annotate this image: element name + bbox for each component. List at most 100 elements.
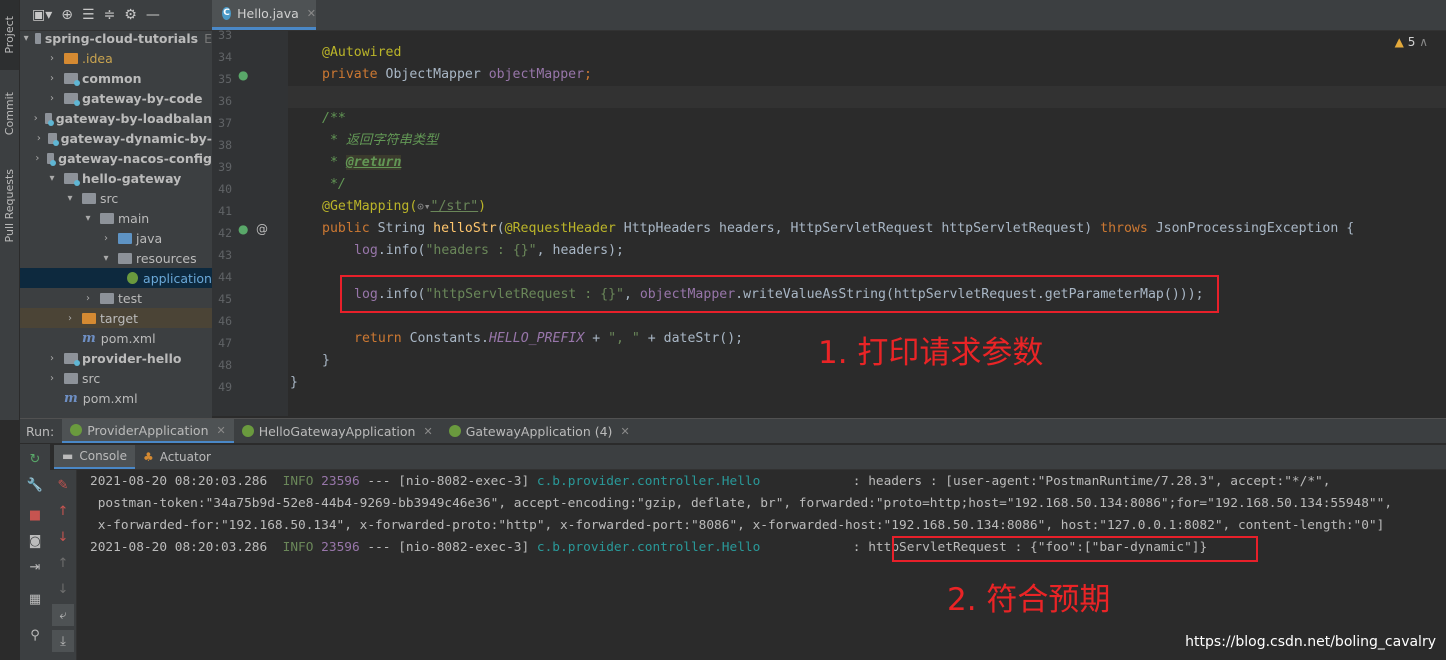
gear-icon[interactable]: ⚙ bbox=[124, 7, 137, 23]
collapse-all-icon[interactable]: ≑ bbox=[104, 7, 116, 23]
tree-item[interactable]: ▾ resources bbox=[20, 248, 212, 268]
spring-boot-icon bbox=[448, 425, 461, 437]
wrench-icon[interactable]: 🔧 bbox=[24, 474, 46, 496]
project-tool-tab[interactable]: Project bbox=[0, 0, 19, 70]
tree-item[interactable]: › target bbox=[20, 308, 212, 328]
line-number: 43 bbox=[218, 248, 232, 262]
tree-item[interactable]: ▾ hello-gateway bbox=[20, 168, 212, 188]
tree-item[interactable]: application bbox=[20, 268, 212, 288]
tree-item[interactable]: › gateway-dynamic-by- bbox=[20, 128, 212, 148]
folder-icon bbox=[34, 32, 41, 44]
pin-icon[interactable]: ⚲ bbox=[24, 624, 46, 646]
chevron-icon[interactable]: ▾ bbox=[24, 33, 29, 44]
chevron-icon[interactable]: › bbox=[46, 353, 58, 364]
tree-item[interactable]: ▾ spring-cloud-tutorials E bbox=[20, 28, 212, 48]
tree-item[interactable]: › test bbox=[20, 288, 212, 308]
tree-item[interactable]: › gateway-nacos-config bbox=[20, 148, 212, 168]
tree-item[interactable]: m pom.xml bbox=[20, 388, 212, 408]
run-tool-window-header: Run: ProviderApplication ✕ HelloGatewayAp… bbox=[20, 418, 1446, 443]
tree-item[interactable]: › provider-hello bbox=[20, 348, 212, 368]
chevron-icon[interactable]: › bbox=[33, 113, 39, 124]
chevron-icon[interactable]: › bbox=[46, 53, 58, 64]
close-tab-icon[interactable]: ✕ bbox=[217, 424, 226, 437]
pull-requests-tool-tab[interactable]: Pull Requests bbox=[0, 158, 19, 253]
run-label: Run: bbox=[26, 423, 55, 439]
chevron-icon[interactable]: ▾ bbox=[64, 193, 76, 204]
code-line-34: @Autowired bbox=[322, 45, 402, 60]
project-view-dropdown[interactable]: ▣▾ bbox=[32, 7, 52, 23]
tree-item[interactable]: › gateway-by-code bbox=[20, 88, 212, 108]
highlight-box-result bbox=[892, 536, 1258, 562]
login-icon[interactable]: ⇥ bbox=[24, 556, 46, 578]
soft-wrap-icon[interactable]: ⤶ bbox=[52, 604, 74, 626]
folder-icon bbox=[64, 72, 80, 86]
close-tab-icon[interactable]: ✕ bbox=[620, 425, 629, 438]
tool-window-stripe: Project Commit Pull Requests bbox=[0, 0, 20, 420]
scroll-to-end-icon[interactable]: ⤓ bbox=[52, 630, 74, 652]
chevron-icon[interactable]: › bbox=[82, 293, 94, 304]
spring-boot-icon bbox=[70, 424, 83, 436]
line-number: 45 bbox=[218, 292, 232, 306]
tree-item[interactable]: › gateway-by-loadbalan bbox=[20, 108, 212, 128]
chevron-icon[interactable]: › bbox=[46, 73, 58, 84]
down-arrow-disabled-icon[interactable]: ↓ bbox=[52, 578, 74, 600]
chevron-icon[interactable]: › bbox=[35, 133, 42, 144]
endpoint-gutter-icon[interactable]: ● bbox=[238, 222, 248, 236]
close-tab-icon[interactable]: ✕ bbox=[423, 425, 432, 438]
chevron-icon[interactable]: › bbox=[64, 313, 76, 324]
tree-item-label: application bbox=[143, 270, 212, 286]
clear-icon[interactable]: ✎ bbox=[52, 474, 74, 496]
code-editor[interactable]: @Autowired private ObjectMapper objectMa… bbox=[288, 31, 1446, 416]
tree-item[interactable]: ▾ main bbox=[20, 208, 212, 228]
locate-icon[interactable]: ⊕ bbox=[61, 7, 73, 23]
tab-actuator[interactable]: ♣ Actuator bbox=[135, 445, 219, 469]
globe-icon: ⊙▾ bbox=[417, 200, 431, 213]
hide-icon[interactable]: — bbox=[146, 7, 160, 23]
tree-item-label: pom.xml bbox=[100, 330, 156, 346]
down-arrow-icon[interactable]: ↓ bbox=[52, 526, 74, 548]
tree-item[interactable]: m pom.xml bbox=[20, 328, 212, 348]
annotation-gutter-icon[interactable]: @ bbox=[256, 222, 268, 236]
close-tab-icon[interactable]: ✕ bbox=[307, 7, 316, 20]
tab-console[interactable]: ▬ Console bbox=[54, 445, 135, 469]
up-arrow-disabled-icon[interactable]: ↑ bbox=[52, 552, 74, 574]
expand-all-icon[interactable]: ☰ bbox=[82, 7, 95, 23]
tree-item[interactable]: › src bbox=[20, 368, 212, 388]
chevron-icon[interactable]: › bbox=[34, 153, 41, 164]
highlight-box-log-line bbox=[340, 275, 1219, 313]
folder-icon bbox=[64, 372, 78, 384]
camera-icon[interactable]: ◙ bbox=[24, 530, 46, 552]
chevron-icon[interactable]: ▾ bbox=[100, 253, 112, 264]
tree-item-label: hello-gateway bbox=[82, 170, 182, 186]
tree-item-label: gateway-nacos-config bbox=[58, 150, 212, 166]
code-line-43: log.info("headers : {}", headers); bbox=[354, 243, 624, 258]
layout-icon[interactable]: ▦ bbox=[24, 588, 46, 610]
tree-item[interactable]: › .idea bbox=[20, 48, 212, 68]
annotation-print-params: 1. 打印请求参数 bbox=[818, 335, 1044, 371]
code-line-37: /** bbox=[322, 111, 346, 126]
tree-item-path: E bbox=[204, 30, 212, 46]
commit-tool-tab[interactable]: Commit bbox=[0, 78, 19, 150]
run-tab-provider[interactable]: ProviderApplication ✕ bbox=[62, 419, 234, 443]
tree-item[interactable]: › common bbox=[20, 68, 212, 88]
console-output[interactable]: 2021-08-20 08:20:03.286 INFO 23596 --- [… bbox=[77, 470, 1446, 660]
folder-icon bbox=[64, 52, 78, 64]
chevron-icon[interactable]: ▾ bbox=[46, 173, 58, 184]
chevron-icon[interactable]: › bbox=[46, 373, 58, 384]
tree-item-label: src bbox=[100, 190, 119, 206]
chevron-icon[interactable]: › bbox=[46, 93, 58, 104]
chevron-icon[interactable]: ▾ bbox=[82, 213, 94, 224]
run-tab-hello-gateway[interactable]: HelloGatewayApplication ✕ bbox=[234, 419, 441, 443]
log-line-3: x-forwarded-for:"192.168.50.134", x-forw… bbox=[90, 518, 1385, 533]
tree-item-label: test bbox=[118, 290, 143, 306]
stop-icon[interactable]: ■ bbox=[24, 504, 46, 526]
rerun-icon[interactable]: ↻ bbox=[24, 448, 46, 470]
run-tab-gateway[interactable]: GatewayApplication (4) ✕ bbox=[441, 419, 638, 443]
folder-icon bbox=[48, 132, 59, 146]
tree-item[interactable]: › java bbox=[20, 228, 212, 248]
up-arrow-icon[interactable]: ↑ bbox=[52, 500, 74, 522]
inspection-widget[interactable]: ▲ 5 ∧ bbox=[1395, 35, 1428, 49]
tree-item[interactable]: ▾ src bbox=[20, 188, 212, 208]
bean-gutter-icon[interactable]: ● bbox=[238, 68, 248, 82]
chevron-icon[interactable]: › bbox=[100, 233, 112, 244]
